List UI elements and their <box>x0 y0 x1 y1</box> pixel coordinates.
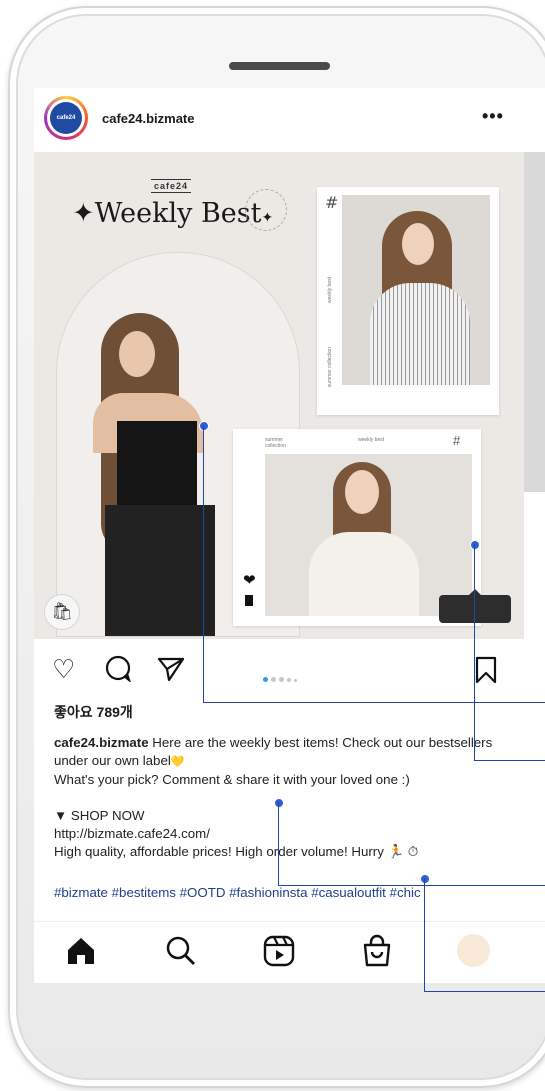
shop-url-link[interactable]: http://bizmate.cafe24.com/ <box>54 826 210 841</box>
carousel-dot <box>279 677 284 682</box>
annotation-line <box>278 802 279 885</box>
annotation-line <box>424 991 545 992</box>
bookmark-icon[interactable] <box>474 656 498 691</box>
post-caption: cafe24.bizmate Here are the weekly best … <box>54 734 524 861</box>
bottom-navigation <box>34 921 545 983</box>
annotation-dot <box>199 421 209 431</box>
stamp-seal <box>245 189 287 231</box>
like-count[interactable]: 좋아요 789개 <box>54 702 133 722</box>
card1-side-label-top: weekly best <box>327 277 333 304</box>
caption-username[interactable]: cafe24.bizmate <box>54 735 149 750</box>
annotation-dot <box>420 874 430 884</box>
carousel-dot <box>294 679 297 682</box>
heart-filled-icon: ❤ <box>243 572 256 589</box>
post-image-title: ✦Weekly Best✦ <box>72 198 273 229</box>
card1-side-label-bottom: summer collection <box>327 347 333 388</box>
post-image[interactable]: cafe24 ✦Weekly Best✦ 🛍 # weekly best sum… <box>34 152 524 639</box>
annotation-line <box>474 760 545 761</box>
carousel-dot <box>263 677 268 682</box>
white-blouse-model-photo <box>265 454 472 616</box>
reels-icon[interactable] <box>262 934 296 975</box>
carousel-dot <box>271 677 276 682</box>
star-icon: ✦ <box>72 198 95 229</box>
profile-avatar[interactable] <box>457 934 490 967</box>
paper-plane-icon[interactable] <box>157 656 185 689</box>
avatar-logo: cafe24 <box>50 102 82 134</box>
comment-icon[interactable] <box>104 654 132 689</box>
caption-line-3: High quality, affordable prices! High or… <box>54 844 419 859</box>
annotation-line <box>203 425 204 702</box>
avatar[interactable]: cafe24 <box>44 96 88 140</box>
card2-label-left: summer collection <box>265 437 286 449</box>
more-options-icon[interactable]: ••• <box>482 106 504 127</box>
shop-now-label: ▼ SHOP NOW <box>54 808 145 823</box>
account-name[interactable]: cafe24.bizmate <box>102 111 195 126</box>
home-icon[interactable] <box>64 934 98 975</box>
bookmark-filled-icon <box>245 595 253 606</box>
yellow-heart-emoji: 💛 <box>170 756 185 768</box>
annotation-line <box>203 702 545 703</box>
carousel-indicator <box>263 669 300 687</box>
annotation-dot <box>470 540 480 550</box>
caption-line-2: What's your pick? Comment & share it wit… <box>54 772 410 787</box>
hash-symbol: # <box>325 193 339 212</box>
weekly-best-title: Weekly Best <box>94 198 262 229</box>
annotation-line <box>278 885 545 886</box>
phone-speaker <box>229 62 330 70</box>
card2-label-mid: weekly best <box>358 437 385 443</box>
hashtags[interactable]: #bizmate #bestitems #OOTD #fashioninsta … <box>54 885 421 900</box>
brand-logo: cafe24 <box>151 179 192 193</box>
photo-card-1: # weekly best summer collection <box>317 187 499 415</box>
instagram-screen: cafe24 cafe24.bizmate ••• cafe24 ✦Weekly… <box>34 88 545 983</box>
shopping-bag-icon[interactable]: 🛍 <box>44 594 80 630</box>
annotation-dot <box>274 798 284 808</box>
next-post-peek <box>524 152 545 492</box>
annotation-line <box>424 878 425 991</box>
heart-outline-icon[interactable]: ♡ <box>52 654 75 685</box>
product-tag-tooltip[interactable] <box>439 595 511 623</box>
shop-icon[interactable] <box>360 934 394 975</box>
carousel-dot <box>287 678 291 682</box>
striped-shirt-model-photo <box>342 195 490 385</box>
hash-symbol: # <box>453 433 461 448</box>
annotation-line <box>474 544 475 760</box>
search-icon[interactable] <box>164 934 198 975</box>
